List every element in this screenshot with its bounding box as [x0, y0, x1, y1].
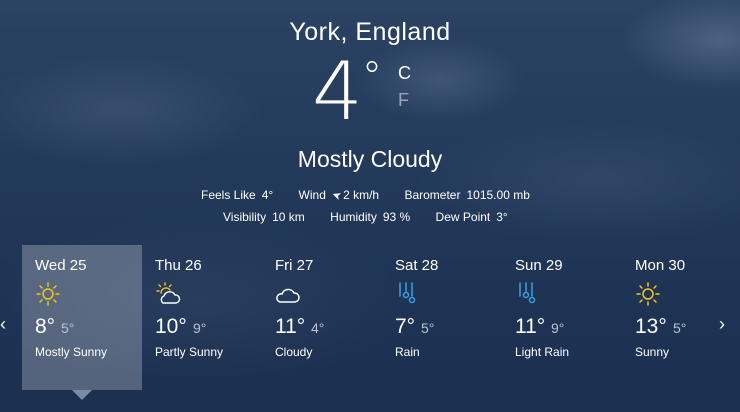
high-temp: 11°: [275, 315, 306, 338]
day-name: Fri 27: [275, 257, 314, 274]
current-temperature: 4 °: [312, 52, 382, 142]
day-condition: Light Rain: [515, 345, 570, 359]
forecast-day-fri[interactable]: Fri 27 11° 4° Cloudy: [262, 245, 382, 390]
day-name: Mon 30: [635, 257, 686, 274]
cloud-icon: [276, 288, 300, 303]
high-temp: 10°: [155, 315, 187, 338]
forecast-day-sat[interactable]: Sat 28 7° 5° Rain: [382, 245, 502, 390]
feels-like-label: Feels Like: [201, 188, 256, 202]
details-row-1: Feels Like 4° Wind ➤2 km/h Barometer 1015.0…: [201, 188, 552, 202]
barometer-label: Barometer: [404, 188, 461, 202]
day-name: Sun 29: [515, 257, 563, 274]
day-name: Thu 26: [155, 257, 202, 274]
day-condition: Partly Sunny: [155, 345, 224, 359]
rain-icon: [519, 282, 536, 304]
high-temp: 8°: [35, 315, 56, 338]
humidity-label: Humidity: [330, 210, 377, 224]
low-temp: 4°: [311, 320, 325, 336]
high-temp: 13°: [635, 315, 667, 338]
low-temp: 9°: [551, 320, 565, 336]
day-condition: Rain: [395, 345, 420, 359]
selected-day-pointer: [72, 390, 92, 400]
high-temp: 7°: [395, 315, 416, 338]
current-condition: Mostly Cloudy: [297, 146, 443, 172]
location-title: York, England: [289, 18, 451, 46]
sun-icon: [36, 282, 60, 306]
day-condition: Mostly Sunny: [35, 345, 108, 359]
day-condition: Cloudy: [275, 345, 313, 359]
day-name: Wed 25: [35, 257, 87, 274]
wind-direction-icon: ➤: [330, 187, 344, 203]
forecast-day-thu[interactable]: Thu 26 10° 9° Partly Sunny: [142, 245, 262, 390]
visibility-label: Visibility: [223, 210, 267, 224]
day-name: Sat 28: [395, 257, 439, 274]
daily-forecast: Wed 25 8° 5° Mostly Sunny Thu 26 10° 9°: [22, 245, 722, 390]
details-row-2: Visibility 10 km Humidity 93 % Dew Point 3°: [223, 210, 530, 224]
day-condition: Sunny: [635, 345, 670, 359]
visibility-value: 10 km: [272, 210, 305, 224]
dew-point-value: 3°: [496, 210, 508, 224]
unit-fahrenheit-toggle[interactable]: F: [398, 90, 409, 111]
humidity-value: 93 %: [382, 210, 411, 224]
unit-celsius-toggle[interactable]: C: [398, 63, 411, 84]
low-temp: 5°: [421, 320, 435, 336]
feels-like-value: 4°: [261, 188, 274, 202]
forecast-day-mon[interactable]: Mon 30 13° 5° Sunny: [622, 245, 740, 390]
low-temp: 5°: [673, 320, 687, 336]
barometer-value: 1015.00 mb: [466, 188, 530, 202]
rain-icon: [399, 282, 416, 304]
high-temp: 11°: [515, 315, 546, 338]
partly-sunny-icon: [156, 282, 181, 304]
low-temp: 9°: [193, 320, 207, 336]
degree-symbol: °: [362, 54, 382, 100]
dew-point-label: Dew Point: [435, 210, 491, 224]
low-temp: 5°: [61, 320, 75, 336]
forecast-day-wed[interactable]: Wed 25 8° 5° Mostly Sunny: [22, 245, 142, 390]
wind-value: 2 km/h: [343, 188, 380, 202]
forecast-day-sun[interactable]: Sun 29 11° 9° Light Rain: [502, 245, 622, 390]
temperature-value: 4: [312, 45, 363, 138]
wind-label: Wind: [298, 188, 326, 202]
sun-icon: [636, 282, 660, 306]
forecast-prev-button[interactable]: ‹: [0, 314, 6, 335]
